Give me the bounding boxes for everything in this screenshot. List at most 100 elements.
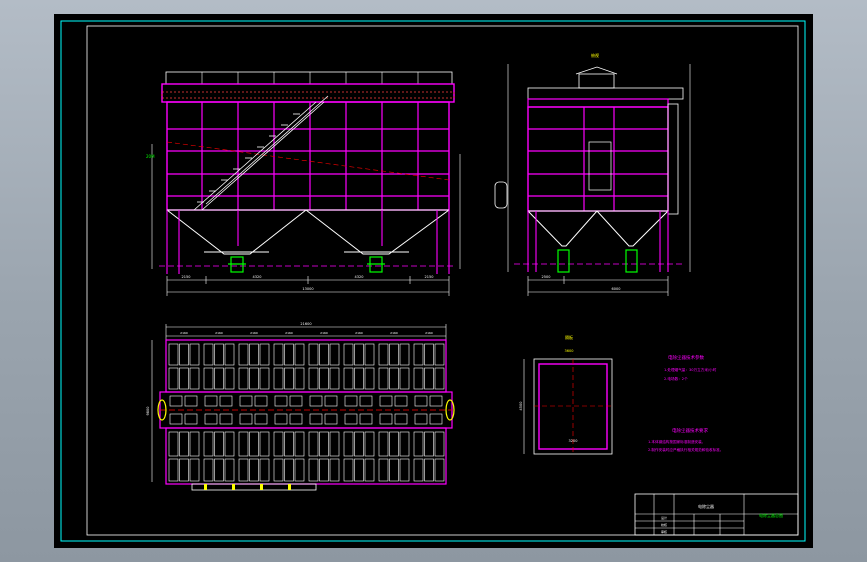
plan-cell [214,367,224,390]
plan-cell [319,431,329,457]
plan-dim-total: 21600 [300,322,311,326]
plan-cell [394,395,408,407]
plan-cell [354,367,364,390]
plan-cell [169,413,183,425]
plan-cell [389,431,399,457]
plan-cell [309,395,323,407]
plan-cell [239,413,253,425]
plan-cell [294,458,305,482]
plan-cell [179,458,189,482]
note1-line-2: 2.电场数：2个 [664,376,688,381]
plan-cell [379,395,393,407]
plan-cell [168,343,179,366]
title-block-row-1: 校核 [661,522,667,527]
plan-cell [329,431,340,457]
plan-cell [273,367,284,390]
plan-view: 21600 2160 2160 2160 2160 2160 2160 2160… [146,322,455,491]
front-dim-total: 13000 [302,287,313,291]
plan-cell [308,367,319,390]
plan-cell [259,458,270,482]
plan-dim-2: 2160 [250,331,258,335]
plan-cell [324,395,338,407]
plan-cell [224,367,235,390]
plan-side-dim: 9800 [146,407,150,416]
plan-cell [204,395,218,407]
plan-cell [354,458,364,482]
technical-notes: 电除尘器技术参数 1.处理烟气量：30万立方米/小时 2.电场数：2个 电除尘器… [648,354,723,452]
plan-cell [168,367,179,390]
plan-cell [319,367,329,390]
plan-dim-5: 2160 [355,331,363,335]
side-elevation-view: 俯视 2500 6000 [494,52,691,296]
plan-cell [329,367,340,390]
plan-cell [378,431,389,457]
plan-cell [179,343,189,366]
plan-cell [289,395,303,407]
plan-cell [294,431,305,457]
plan-cell [249,367,259,390]
plan-cell [219,413,233,425]
plan-cell [203,458,214,482]
plan-cell [239,395,253,407]
front-dim-3: 2150 [425,275,434,279]
plan-cell [324,413,338,425]
plan-cell [189,367,200,390]
side-dim-1: 6000 [612,287,621,291]
plan-dim-6: 2160 [390,331,398,335]
plan-cell [319,343,329,366]
inset-dim-bottom: 3200 [569,439,578,443]
side-label-left: 20M [146,154,155,159]
plan-cell [344,413,358,425]
plan-dim-3: 2160 [285,331,293,335]
plan-cell [169,395,183,407]
plan-cell [364,431,375,457]
title-block-row-0: 设计 [661,515,667,520]
cad-drawing: 2150 4320 4320 2150 13000 20M 俯视 2500 60… [60,20,806,542]
title-block-drawing-name: 电除尘器总图 [759,512,783,518]
title-block: 电除尘器 电除尘器总图 设计 校核 审核 [634,493,799,536]
plan-cell [424,458,434,482]
plan-cell [413,458,424,482]
plan-cell [343,343,354,366]
plan-cell [364,458,375,482]
plan-cell [359,395,373,407]
plan-cell [308,343,319,366]
plan-cell [414,395,428,407]
plan-cell [204,413,218,425]
plan-cell [424,431,434,457]
plan-cell [343,458,354,482]
plan-cell [184,413,198,425]
plan-cell [379,413,393,425]
plan-cell [378,343,389,366]
plan-cell [389,343,399,366]
plan-dim-0: 2160 [180,331,188,335]
plan-cell [249,458,259,482]
plan-cell [378,367,389,390]
note2-title: 电除尘器技术要求 [672,427,708,434]
plan-cell [184,395,198,407]
plan-cell [429,395,443,407]
plan-dim-7: 2160 [425,331,433,335]
plan-cell [434,343,445,366]
plan-cell [249,431,259,457]
plan-cell [284,458,294,482]
note1-title: 电除尘器技术参数 [668,354,704,361]
inset-dim-top: 3600 [565,349,574,353]
plan-cell [224,458,235,482]
plan-cell [343,367,354,390]
inset-dim-side: 4500 [519,402,523,411]
drawing-sheet: 2150 4320 4320 2150 13000 20M 俯视 2500 60… [54,14,813,548]
plan-filter-cells [168,343,445,482]
plan-cell [254,395,268,407]
plan-cell [238,367,249,390]
plan-cell [399,458,410,482]
plan-cell [354,431,364,457]
title-block-project: 电除尘器 [698,503,714,509]
plan-cell [434,367,445,390]
plan-cell [273,431,284,457]
note1-line-1: 1.处理烟气量：30万立方米/小时 [664,367,717,372]
plan-cell [308,431,319,457]
title-block-row-2: 审核 [661,529,667,534]
plan-cell [434,458,445,482]
plan-cell [168,458,179,482]
